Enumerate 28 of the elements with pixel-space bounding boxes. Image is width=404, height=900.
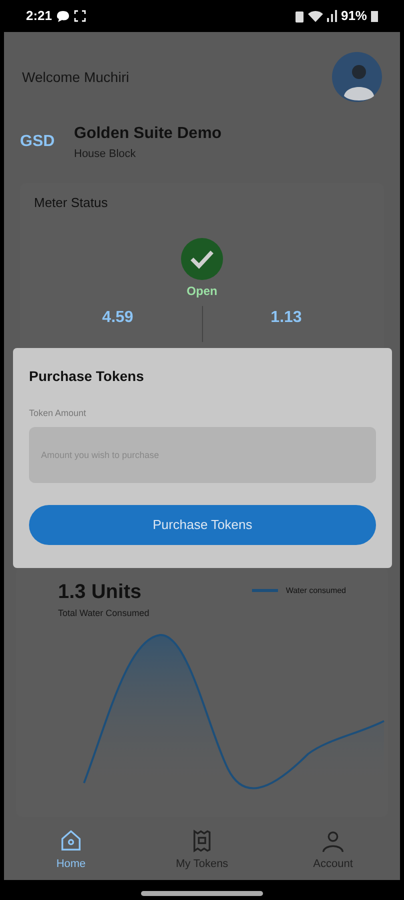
signal-icon xyxy=(326,10,337,22)
scan-icon xyxy=(74,10,86,22)
avatar[interactable] xyxy=(332,52,382,102)
card-title: Meter Status xyxy=(34,194,109,212)
property-subtitle: House Block xyxy=(74,147,137,162)
total-units: 1.3 Units xyxy=(58,580,142,604)
battery-level: 91% xyxy=(340,7,367,26)
legend-label: Water consumed xyxy=(286,584,346,596)
chart-caption: Total Water Consumed xyxy=(58,606,150,620)
legend-line-icon xyxy=(252,589,278,592)
field-label: Token Amount xyxy=(29,407,88,420)
check-icon xyxy=(181,238,223,280)
property-initials: GSD xyxy=(20,132,56,152)
meter-state: Open xyxy=(186,283,218,300)
chat-icon xyxy=(56,10,70,22)
property-name: Golden Suite Demo xyxy=(74,124,222,144)
purchase-button[interactable]: Purchase Tokens xyxy=(29,504,376,544)
nav-tab[interactable]: Account xyxy=(288,828,378,872)
battery-icon xyxy=(371,10,378,22)
stat-value: 1.13 xyxy=(270,308,302,328)
nav-tab[interactable]: My Tokens xyxy=(157,828,247,872)
battery-saver-icon xyxy=(294,10,304,22)
nav-tab[interactable]: Home xyxy=(26,828,116,872)
wifi-icon xyxy=(308,10,323,22)
dialog-title: Purchase Tokens xyxy=(29,367,145,386)
greeting: Welcome Muchiri xyxy=(22,68,130,86)
clock: 2:21 xyxy=(26,7,52,26)
stat-value: 4.59 xyxy=(102,308,134,328)
